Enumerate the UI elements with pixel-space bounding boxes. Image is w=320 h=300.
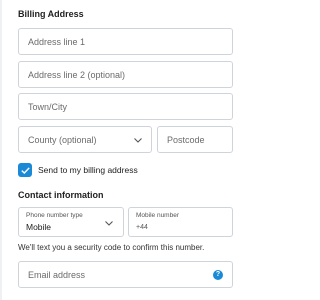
help-icon[interactable]: ? bbox=[213, 269, 223, 280]
send-to-billing-row: Send to my billing address bbox=[18, 162, 138, 178]
town-city-placeholder: Town/City bbox=[28, 101, 68, 112]
billing-address-title: Billing Address bbox=[18, 9, 84, 19]
chevron-down-icon bbox=[134, 135, 142, 145]
address-line-2-input[interactable]: Address line 2 (optional) bbox=[18, 61, 233, 88]
send-to-billing-checkbox[interactable] bbox=[18, 163, 32, 177]
mobile-number-label: Mobile number bbox=[136, 212, 179, 219]
county-select[interactable]: County (optional) bbox=[18, 126, 152, 153]
postcode-input[interactable]: Postcode bbox=[157, 126, 233, 153]
checkout-form: Billing Address Address line 1 Address l… bbox=[18, 0, 233, 300]
county-placeholder: County (optional) bbox=[28, 134, 97, 145]
phone-type-select[interactable]: Phone number type Mobile bbox=[18, 207, 124, 237]
page-left-border bbox=[0, 0, 2, 300]
town-city-input[interactable]: Town/City bbox=[18, 93, 233, 120]
check-icon bbox=[20, 161, 30, 179]
address-line-1-input[interactable]: Address line 1 bbox=[18, 28, 233, 55]
email-address-placeholder: Email address bbox=[28, 269, 86, 280]
mobile-number-prefix: +44 bbox=[136, 224, 148, 231]
contact-information-title: Contact information bbox=[18, 190, 104, 200]
phone-type-label: Phone number type bbox=[26, 212, 83, 219]
chevron-down-icon bbox=[105, 218, 113, 228]
address-line-2-placeholder: Address line 2 (optional) bbox=[28, 69, 126, 80]
address-line-1-placeholder: Address line 1 bbox=[28, 36, 86, 47]
phone-type-value: Mobile bbox=[26, 222, 52, 232]
mobile-number-input[interactable]: Mobile number +44 bbox=[128, 207, 233, 237]
postcode-placeholder: Postcode bbox=[167, 134, 205, 145]
send-to-billing-label[interactable]: Send to my billing address bbox=[38, 165, 138, 175]
email-address-input[interactable]: Email address ? bbox=[18, 261, 233, 288]
security-code-helper-text: We'll text you a security code to confir… bbox=[18, 243, 205, 252]
